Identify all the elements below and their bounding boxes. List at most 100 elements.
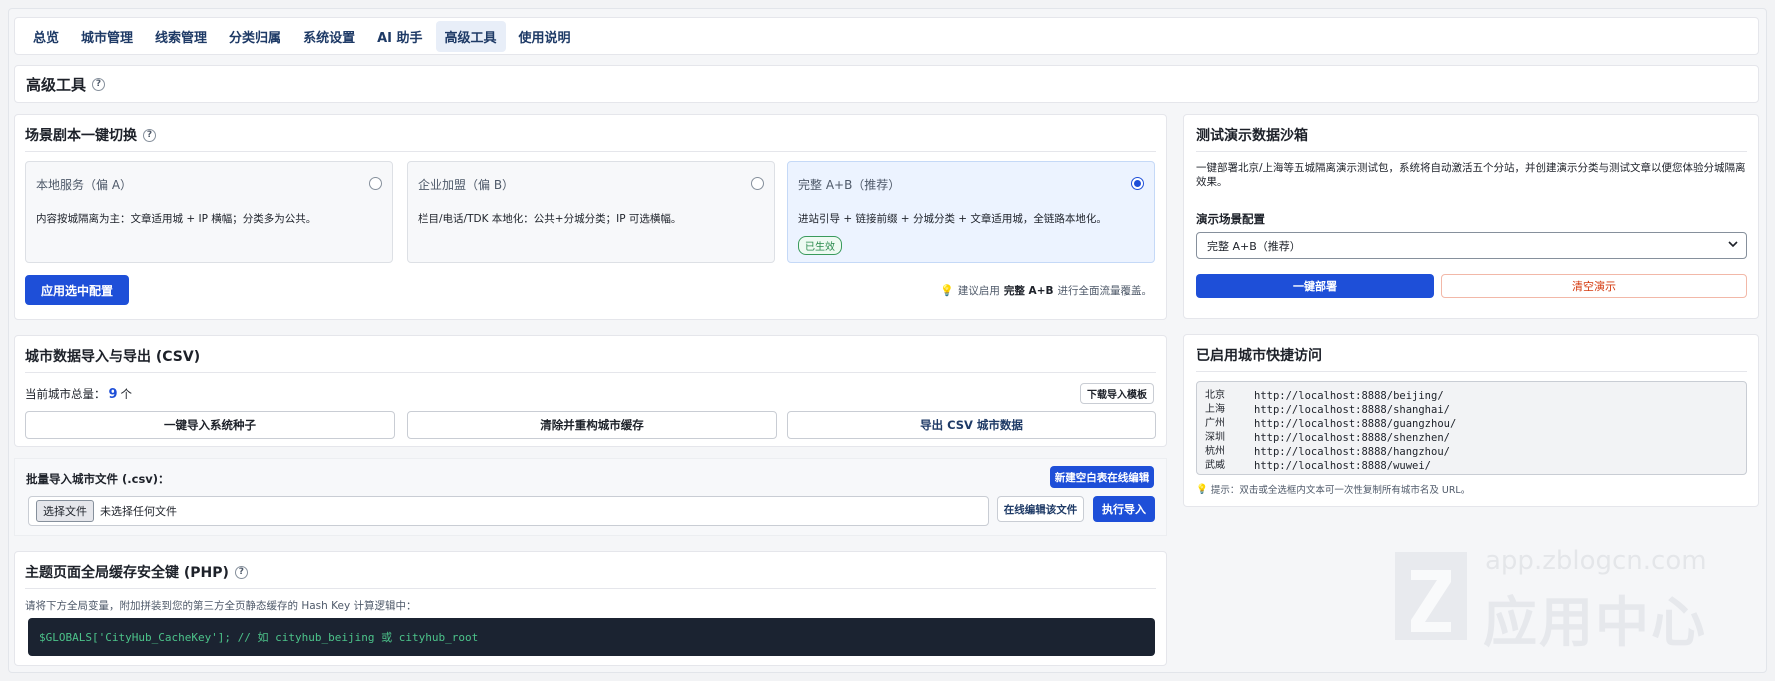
select-value: 完整 A+B（推荐） [1207,239,1301,253]
help-icon[interactable]: ? [234,565,248,579]
city-total: 当前城市总量： 9 个 [25,386,132,402]
import-seed-button[interactable]: 一键导入系统种子 [25,411,395,439]
nav-item-ai[interactable]: AI 助手 [368,21,431,52]
run-import-button[interactable]: 执行导入 [1093,496,1155,522]
city-name: 上海 [1205,404,1225,415]
help-icon[interactable]: ? [143,128,156,142]
scene-option-full[interactable]: 完整 A+B（推荐） 进站引导 + 链接前缀 + 分城分类 + 文章适用城，全链… [787,161,1155,263]
php-title: 主题页面全局缓存安全键 (PHP) [25,565,229,581]
list-item: 上海 http://localhost:8888/shanghai/ [1205,403,1738,417]
nav-item-leads[interactable]: 线索管理 [146,21,216,52]
lightbulb-icon: 💡 [1196,483,1208,495]
list-item: 深圳 http://localhost:8888/shenzhen/ [1205,431,1738,445]
option-desc: 栏目/电话/TDK 本地化：公共+分城分类；IP 可选横幅。 [418,213,682,225]
nav-item-settings[interactable]: 系统设置 [294,21,364,52]
total-unit: 个 [120,387,133,401]
total-label: 当前城市总量： [25,387,106,401]
radio-button[interactable] [369,177,382,190]
city-name: 杭州 [1205,446,1225,457]
choose-file-button[interactable]: 选择文件 [36,500,94,522]
watermark-domain: app.zblogcn.com [1485,546,1707,576]
watermark-text: 应用中心 [1483,591,1707,654]
code-block[interactable]: $GLOBALS['CityHub_CacheKey']; // 如 cityh… [28,618,1155,656]
city-url: http://localhost:8888/hangzhou/ [1254,446,1450,458]
city-name: 深圳 [1205,432,1225,443]
city-csv-card: 城市数据导入与导出 (CSV) 当前城市总量： 9 个 下载导入模板 一键导入系… [14,335,1167,447]
clear-cache-button[interactable]: 清除并重构城市缓存 [407,411,777,439]
php-title-row: 主题页面全局缓存安全键 (PHP) ? [25,562,248,582]
file-status: 未选择任何文件 [100,505,177,518]
list-item: 武威 http://localhost:8888/wuwei/ [1205,459,1738,473]
scene-title-row: 场景剧本一键切换 ? [25,125,156,145]
download-template-button[interactable]: 下载导入模板 [1080,383,1154,404]
batch-import-zone: 批量导入城市文件 (.csv)： 新建空白表在线编辑 选择文件 未选择任何文件 … [14,458,1167,536]
city-name: 广州 [1205,418,1225,429]
option-name: 本地服务（偏 A） [36,178,133,192]
divider [25,588,1156,589]
scene-option-franchise[interactable]: 企业加盟（偏 B） 栏目/电话/TDK 本地化：公共+分城分类；IP 可选横幅。 [407,161,775,263]
option-name: 企业加盟（偏 B） [418,178,515,192]
scene-option-local[interactable]: 本地服务（偏 A） 内容按城隔离为主：文章适用城 + IP 横幅；分类多为公共。 [25,161,393,263]
sandbox-desc: 一键部署北京/上海等五城隔离演示测试包，系统将自动激活五个分站，并创建演示分类与… [1196,162,1746,188]
option-desc: 内容按城隔离为主：文章适用城 + IP 横幅；分类多为公共。 [36,213,317,225]
divider [25,151,1156,152]
export-csv-button[interactable]: 导出 CSV 城市数据 [787,411,1156,439]
scene-switch-card: 场景剧本一键切换 ? 本地服务（偏 A） 内容按城隔离为主：文章适用城 + IP… [14,114,1167,320]
city-url: http://localhost:8888/shenzhen/ [1254,432,1450,444]
nav-item-overview[interactable]: 总览 [24,21,68,52]
city-url: http://localhost:8888/wuwei/ [1254,460,1432,472]
clear-demo-button[interactable]: 清空演示 [1441,274,1747,298]
nav-item-cities[interactable]: 城市管理 [72,21,142,52]
deploy-demo-button[interactable]: 一键部署 [1196,274,1434,298]
divider [1196,371,1747,372]
list-item: 北京 http://localhost:8888/beijing/ [1205,389,1738,403]
nav-item-advanced[interactable]: 高级工具 [435,20,506,52]
file-input[interactable]: 选择文件 未选择任何文件 [28,496,989,526]
watermark-logo: app.zblogcn.com 应用中心 [1395,546,1765,662]
php-desc: 请将下方全局变量，附加拼装到您的第三方全页静态缓存的 Hash Key 计算逻辑… [25,600,417,612]
help-icon[interactable]: ? [92,77,106,91]
top-nav: 总览 城市管理 线索管理 分类归属 系统设置 AI 助手 高级工具 使用说明 [14,17,1759,55]
scene-tip: 💡 建议启用 完整 A+B 进行全面流量覆盖。 [940,283,1152,298]
divider [25,372,1156,373]
edit-file-online-button[interactable]: 在线编辑该文件 [997,496,1084,522]
php-cache-key-card: 主题页面全局缓存安全键 (PHP) ? 请将下方全局变量，附加拼装到您的第三方全… [14,551,1167,666]
tip-strong: 完整 A+B [1003,285,1054,297]
city-url-textarea[interactable]: 北京 http://localhost:8888/beijing/ 上海 http:… [1196,381,1747,475]
batch-import-label: 批量导入城市文件 (.csv)： [26,472,170,486]
status-badge: 已生效 [798,236,842,255]
new-blank-sheet-button[interactable]: 新建空白表在线编辑 [1050,466,1154,488]
option-desc: 进站引导 + 链接前缀 + 分城分类 + 文章适用城，全链路本地化。 [798,213,1107,225]
quick-title: 已启用城市快捷访问 [1196,348,1322,364]
sandbox-title-row: 测试演示数据沙箱 [1196,125,1308,145]
list-item: 杭州 http://localhost:8888/hangzhou/ [1205,445,1738,459]
city-name: 北京 [1205,390,1225,401]
scene-title: 场景剧本一键切换 [25,128,137,144]
divider [1196,151,1747,152]
city-title: 城市数据导入与导出 (CSV) [25,349,201,365]
tip-suffix: 进行全面流量覆盖。 [1057,285,1153,297]
page-title-bar: 高级工具 ? [14,65,1759,103]
nav-item-help[interactable]: 使用说明 [510,21,580,52]
hint-text: 提示：双击或全选框内文本可一次性复制所有城市名及 URL。 [1210,485,1471,496]
total-value: 9 [108,386,118,402]
city-title-row: 城市数据导入与导出 (CSV) [25,346,200,366]
city-url: http://localhost:8888/shanghai/ [1254,404,1450,416]
quick-title-row: 已启用城市快捷访问 [1196,345,1322,365]
chevron-down-icon [1728,239,1738,252]
tip-prefix: 建议启用 [957,285,1000,297]
radio-button-selected[interactable] [1131,177,1144,190]
scene-config-select[interactable]: 完整 A+B（推荐） [1196,232,1747,259]
apply-config-button[interactable]: 应用选中配置 [25,275,129,305]
city-url: http://localhost:8888/beijing/ [1254,390,1444,402]
city-url: http://localhost:8888/guangzhou/ [1254,418,1457,430]
lightbulb-icon: 💡 [940,284,954,297]
city-quick-access-card: 已启用城市快捷访问 北京 http://localhost:8888/beijin… [1183,334,1759,507]
radio-button[interactable] [751,177,764,190]
demo-sandbox-card: 测试演示数据沙箱 一键部署北京/上海等五城隔离演示测试包，系统将自动激活五个分站… [1183,114,1759,319]
list-item: 广州 http://localhost:8888/guangzhou/ [1205,417,1738,431]
nav-item-categories[interactable]: 分类归属 [220,21,290,52]
city-name: 武威 [1205,460,1225,471]
sandbox-title: 测试演示数据沙箱 [1196,128,1308,144]
page-title: 高级工具 [26,75,87,94]
